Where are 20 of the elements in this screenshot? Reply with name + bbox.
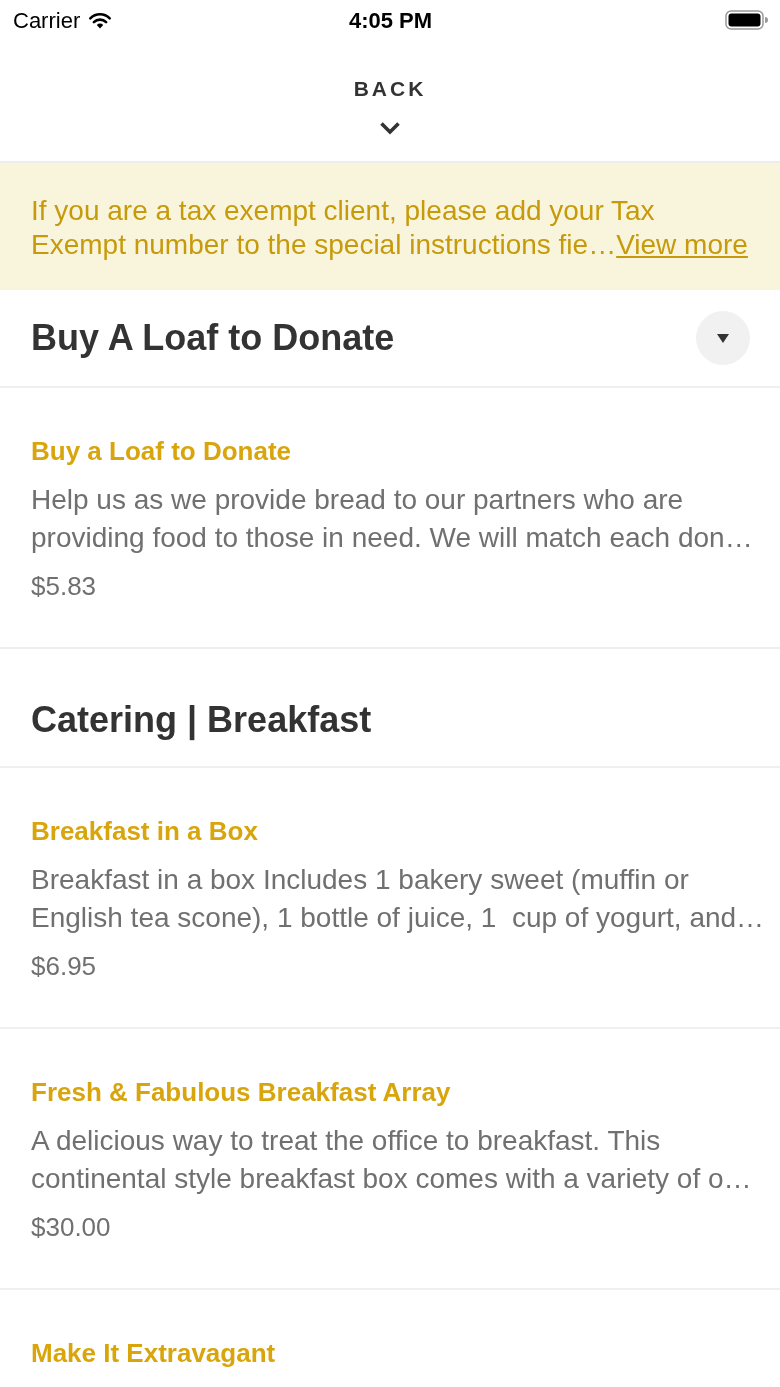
item-description: A delicious way to treat the office to breakfast. This continental style breakfast box comes with a variety of o… (31, 1124, 753, 1196)
item-description: Help us as we provide bread to our partners who are providing food to those in need. We will match each don… (31, 483, 754, 555)
item-description: Breakfast in a box Includes 1 bakery sweet (muffin or English tea scone), 1 bottle of juice, 1 cup of yogurt, and… (31, 863, 766, 935)
section-title: Catering | Breakfast (31, 699, 372, 740)
wifi-icon (88, 11, 113, 29)
item-title: Breakfast in a Box (31, 815, 259, 847)
notice-text: If you are a tax exempt client, please add your Tax Exempt number to the special instructions fie…View more (31, 194, 749, 262)
back-button[interactable]: BACK (353, 78, 427, 135)
item-price: $6.95 (31, 950, 98, 983)
chevron-down-icon (379, 121, 401, 135)
item-title: Buy a Loaf to Donate (31, 435, 292, 467)
status-time: 4:05 PM (348, 6, 433, 35)
item-title: Fresh & Fabulous Breakfast Array (31, 1076, 452, 1108)
battery-icon (725, 10, 768, 30)
item-title: Make It Extravagant (31, 1337, 277, 1369)
section-title: Buy A Loaf to Donate (31, 318, 395, 358)
caret-down-icon (717, 333, 729, 343)
carrier-label: Carrier (13, 6, 81, 35)
item-price: $30.00 (31, 1211, 112, 1244)
item-price: $5.83 (31, 570, 98, 603)
